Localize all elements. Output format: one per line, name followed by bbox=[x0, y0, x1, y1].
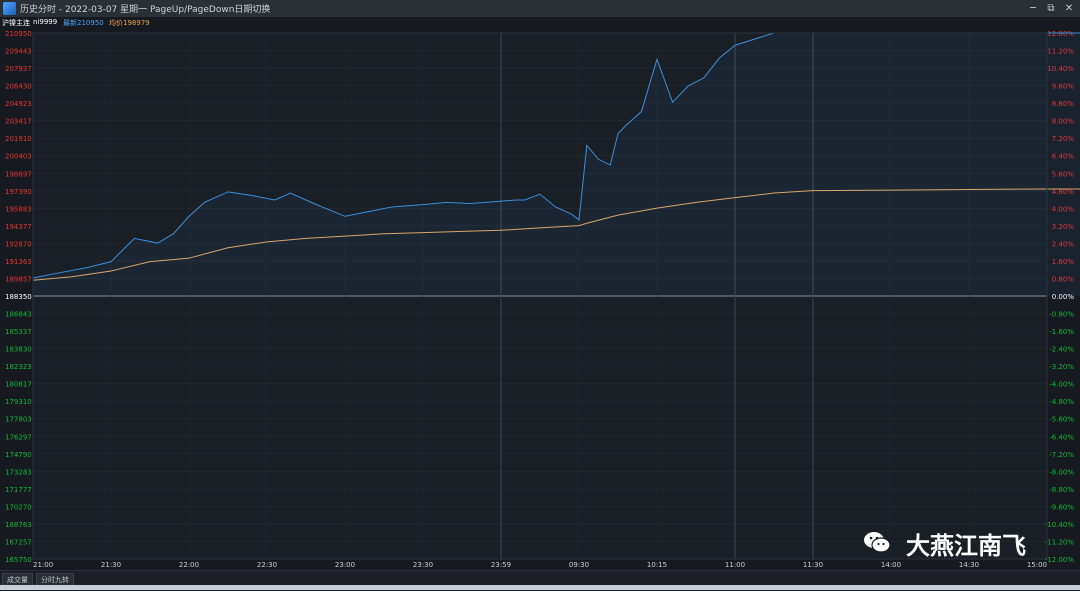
taskbar-strip bbox=[0, 585, 1080, 590]
right-tick-label: -6.40% bbox=[1049, 433, 1074, 441]
left-tick-label: 191363 bbox=[5, 258, 32, 266]
left-tick-label: 177803 bbox=[5, 416, 32, 424]
left-tick-label: 183830 bbox=[5, 346, 32, 354]
left-tick-label: 189857 bbox=[5, 275, 32, 283]
right-tick-label: -8.00% bbox=[1049, 468, 1074, 476]
left-tick-label: 185337 bbox=[5, 328, 32, 336]
right-tick-label: -2.40% bbox=[1049, 346, 1074, 354]
x-tick-label: 22:30 bbox=[257, 561, 277, 569]
close-button[interactable]: ✕ bbox=[1060, 1, 1078, 16]
left-tick-label: 165750 bbox=[5, 556, 32, 564]
left-tick-label: 173283 bbox=[5, 468, 32, 476]
right-tick-label: -1.60% bbox=[1049, 328, 1074, 336]
x-tick-label: 11:30 bbox=[803, 561, 823, 569]
x-tick-label: 21:00 bbox=[33, 561, 53, 569]
left-tick-label: 209443 bbox=[5, 48, 32, 56]
left-tick-label: 188350 bbox=[5, 293, 32, 301]
x-tick-label: 23:30 bbox=[413, 561, 433, 569]
left-tick-label: 182323 bbox=[5, 363, 32, 371]
left-tick-label: 176297 bbox=[5, 433, 32, 441]
right-tick-label: -4.00% bbox=[1049, 381, 1074, 389]
left-tick-label: 206430 bbox=[5, 83, 32, 91]
left-tick-label: 171777 bbox=[5, 486, 32, 494]
left-tick-label: 207937 bbox=[5, 65, 32, 73]
x-tick-label: 23:00 bbox=[335, 561, 355, 569]
intraday-price-chart[interactable]: 21095012.00%20944311.20%20793710.40%2064… bbox=[0, 29, 1080, 569]
instrument-name: 沪镍主连 bbox=[2, 19, 30, 27]
instrument-code: ni9999 bbox=[33, 18, 58, 26]
window-title: 历史分时 - 2022-03-07 星期一 PageUp/PageDown日期切… bbox=[20, 5, 271, 15]
left-tick-label: 192870 bbox=[5, 240, 32, 248]
x-tick-label: 11:00 bbox=[725, 561, 745, 569]
right-tick-label: -5.60% bbox=[1049, 416, 1074, 424]
x-tick-label: 09:30 bbox=[569, 561, 589, 569]
app-logo-icon bbox=[3, 2, 16, 15]
left-tick-label: 200403 bbox=[5, 153, 32, 161]
left-tick-label: 170270 bbox=[5, 503, 32, 511]
right-tick-label: -10.40% bbox=[1045, 521, 1075, 529]
right-tick-label: -12.00% bbox=[1045, 556, 1075, 564]
info-bar: 沪镍主连 ni9999 最新210950 均价198979 bbox=[0, 17, 1080, 29]
left-tick-label: 197390 bbox=[5, 188, 32, 196]
right-tick-label: -8.80% bbox=[1049, 486, 1074, 494]
watermark-text: 大燕江南飞 bbox=[906, 532, 1026, 560]
wechat-icon bbox=[864, 532, 891, 553]
right-tick-label: -4.80% bbox=[1049, 398, 1074, 406]
left-tick-label: 168763 bbox=[5, 521, 32, 529]
left-tick-label: 174790 bbox=[5, 451, 32, 459]
restore-button[interactable]: ⧉ bbox=[1042, 1, 1060, 16]
title-bar: 历史分时 - 2022-03-07 星期一 PageUp/PageDown日期切… bbox=[0, 0, 1080, 17]
right-tick-label: -9.60% bbox=[1049, 503, 1074, 511]
left-tick-label: 194377 bbox=[5, 223, 32, 231]
x-tick-label: 10:15 bbox=[647, 561, 667, 569]
right-tick-label: -7.20% bbox=[1049, 451, 1074, 459]
left-tick-label: 195883 bbox=[5, 205, 32, 213]
left-tick-label: 179310 bbox=[5, 398, 32, 406]
x-tick-label: 14:30 bbox=[959, 561, 979, 569]
left-tick-label: 204923 bbox=[5, 100, 32, 108]
x-tick-label: 22:00 bbox=[179, 561, 199, 569]
latest-price: 最新210950 bbox=[63, 19, 104, 27]
right-tick-label: -3.20% bbox=[1049, 363, 1074, 371]
left-tick-label: 186843 bbox=[5, 311, 32, 319]
average-price: 均价198979 bbox=[109, 19, 150, 27]
left-tick-label: 198897 bbox=[5, 170, 32, 178]
x-tick-label: 23:59 bbox=[491, 561, 511, 569]
history-intraday-window: 历史分时 - 2022-03-07 星期一 PageUp/PageDown日期切… bbox=[0, 0, 1080, 591]
left-tick-label: 167257 bbox=[5, 538, 32, 546]
x-tick-label: 15:00 bbox=[1027, 561, 1047, 569]
left-tick-label: 180817 bbox=[5, 381, 32, 389]
x-tick-label: 14:00 bbox=[881, 561, 901, 569]
left-tick-label: 201910 bbox=[5, 135, 32, 143]
minimize-button[interactable]: ─ bbox=[1024, 1, 1042, 16]
right-tick-label: -11.20% bbox=[1045, 538, 1075, 546]
right-tick-label: -0.80% bbox=[1049, 311, 1074, 319]
left-tick-label: 210950 bbox=[5, 30, 32, 38]
left-tick-label: 203417 bbox=[5, 118, 32, 126]
x-tick-label: 21:30 bbox=[101, 561, 121, 569]
